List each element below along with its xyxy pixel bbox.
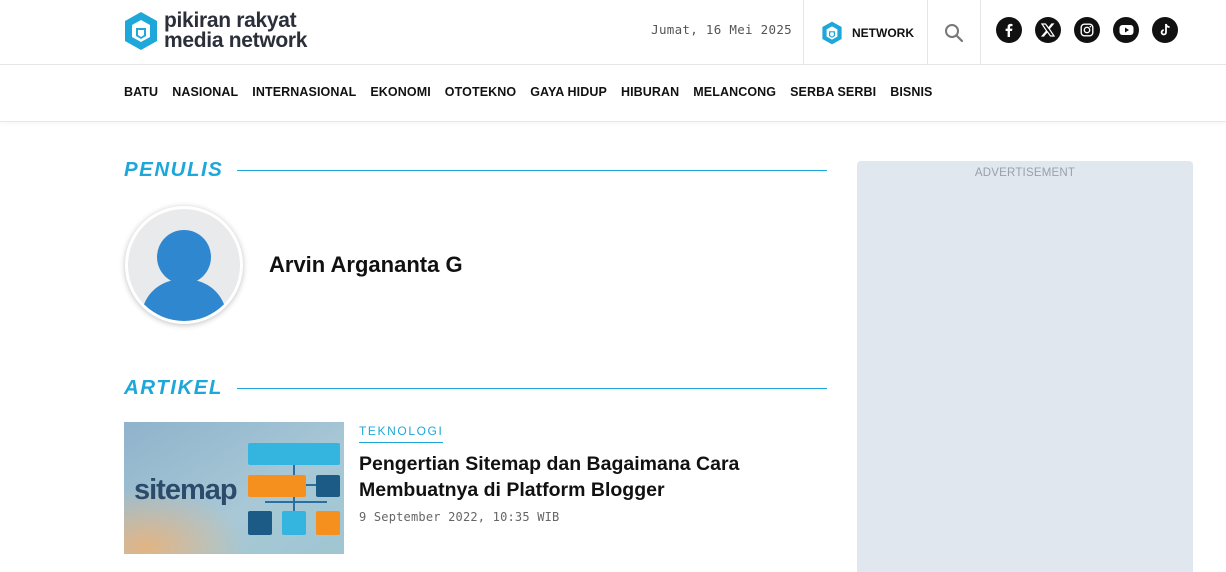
logo-line-2: media network bbox=[164, 29, 308, 52]
nav-item-batu[interactable]: BATU bbox=[124, 85, 158, 99]
nav-item-ototekno[interactable]: OTOTEKNO bbox=[445, 85, 516, 99]
site-logo[interactable]: pikiran rakyat media network bbox=[123, 10, 307, 52]
search-button[interactable] bbox=[927, 0, 981, 65]
articles-section-header: ARTIKEL bbox=[124, 376, 827, 400]
author-name: Arvin Argananta G bbox=[269, 252, 463, 277]
nav-item-gaya-hidup[interactable]: GAYA HIDUP bbox=[530, 85, 607, 99]
writer-section-header: PENULIS bbox=[124, 158, 827, 182]
section-divider bbox=[236, 387, 827, 389]
nav-item-ekonomi[interactable]: EKONOMI bbox=[370, 85, 430, 99]
logo-text: pikiran rakyat media network bbox=[164, 9, 308, 52]
network-label: NETWORK bbox=[852, 25, 914, 40]
article-date: 9 September 2022, 10:35 WIB bbox=[359, 510, 560, 524]
advertisement-label: ADVERTISEMENT bbox=[974, 167, 1076, 179]
nav-item-melancong[interactable]: MELANCONG bbox=[693, 85, 776, 99]
author-avatar bbox=[125, 206, 243, 324]
network-logo-icon bbox=[822, 21, 842, 44]
advertisement-box: ADVERTISEMENT bbox=[857, 161, 1193, 572]
writer-heading: PENULIS bbox=[124, 158, 224, 181]
thumbnail-text: sitemap bbox=[134, 474, 237, 506]
search-icon bbox=[945, 23, 964, 42]
article-title-link[interactable]: Pengertian Sitemap dan Bagaimana Cara Me… bbox=[359, 451, 779, 503]
current-date: Jumat, 16 Mei 2025 bbox=[651, 22, 792, 37]
section-divider bbox=[237, 169, 827, 171]
articles-heading: ARTIKEL bbox=[124, 376, 223, 399]
nav-item-nasional[interactable]: NASIONAL bbox=[172, 85, 238, 99]
network-button[interactable]: NETWORK bbox=[803, 0, 928, 65]
nav-item-serba-serbi[interactable]: SERBA SERBI bbox=[790, 85, 876, 99]
article-category-link[interactable]: TEKNOLOGI bbox=[359, 424, 444, 443]
article-thumbnail[interactable]: sitemap bbox=[124, 422, 344, 554]
user-silhouette-icon bbox=[141, 230, 227, 321]
logo-line-1: pikiran rakyat bbox=[164, 9, 297, 32]
youtube-icon[interactable] bbox=[1113, 17, 1139, 43]
top-header: pikiran rakyat media network Jumat, 16 M… bbox=[0, 0, 1226, 65]
nav-item-hiburan[interactable]: HIBURAN bbox=[621, 85, 679, 99]
facebook-icon[interactable] bbox=[996, 17, 1022, 43]
logo-mark-icon bbox=[125, 12, 157, 50]
x-icon[interactable] bbox=[1035, 17, 1061, 43]
nav-item-bisnis[interactable]: BISNIS bbox=[890, 85, 932, 99]
category-list: BATU NASIONAL INTERNASIONAL EKONOMI OTOT… bbox=[124, 85, 932, 99]
nav-item-internasional[interactable]: INTERNASIONAL bbox=[252, 85, 356, 99]
sitemap-thumbnail-image: sitemap bbox=[124, 422, 344, 554]
category-nav: BATU NASIONAL INTERNASIONAL EKONOMI OTOT… bbox=[0, 65, 1226, 122]
instagram-icon[interactable] bbox=[1074, 17, 1100, 43]
tiktok-icon[interactable] bbox=[1152, 17, 1178, 43]
social-links bbox=[996, 17, 1178, 43]
